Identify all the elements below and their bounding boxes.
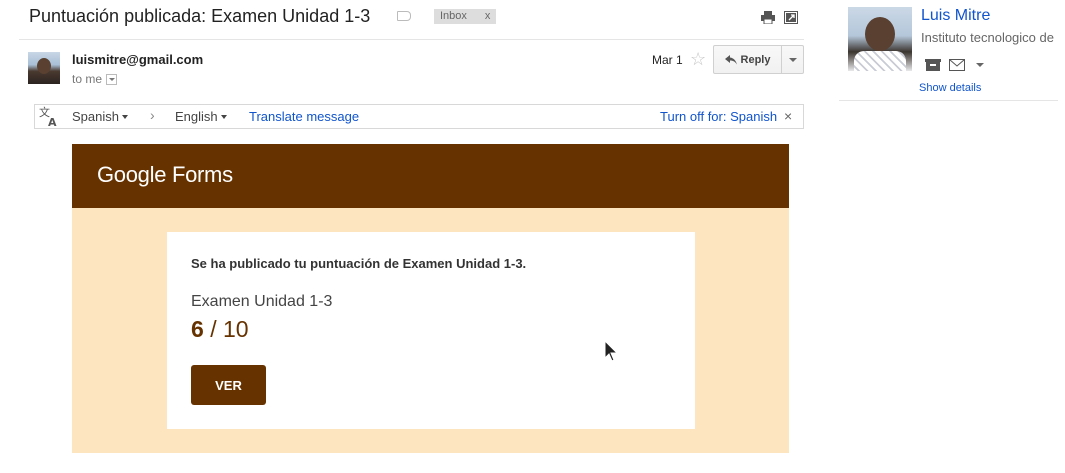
caret-down-icon [121, 114, 128, 119]
contact-divider [839, 100, 1058, 101]
target-language-label: English [175, 109, 218, 124]
svg-text:A: A [48, 116, 57, 127]
reply-button[interactable]: Reply [714, 46, 782, 73]
mail-icon[interactable] [949, 59, 965, 71]
translate-message-link[interactable]: Translate message [249, 109, 359, 124]
caret-down-icon[interactable] [976, 63, 984, 67]
translate-icon: 文 A [39, 105, 57, 127]
contact-avatar[interactable] [848, 7, 912, 71]
show-details-dropdown-icon[interactable] [106, 73, 118, 85]
source-language-select[interactable]: Spanish [72, 109, 128, 124]
reply-button-group: Reply [713, 45, 804, 74]
source-language-label: Spanish [72, 109, 119, 124]
reply-label: Reply [740, 53, 771, 66]
score-value: 6 [191, 316, 204, 342]
target-language-select[interactable]: English [175, 109, 227, 124]
caret-down-icon [220, 114, 227, 119]
new-window-icon[interactable] [784, 11, 798, 24]
show-details-link[interactable]: Show details [919, 82, 981, 94]
quiz-score: 6 / 10 [191, 316, 249, 343]
more-actions-button[interactable] [782, 46, 803, 73]
label-tag-icon[interactable] [397, 11, 411, 21]
recipient-text: to me [72, 72, 103, 86]
close-icon[interactable]: × [784, 108, 792, 124]
score-published-message: Se ha publicado tu puntuación de Examen … [191, 256, 527, 271]
score-separator: / [210, 316, 217, 342]
inbox-label-chip[interactable]: Inbox x [434, 9, 497, 24]
quiz-title: Examen Unidad 1-3 [191, 293, 333, 310]
sender-email[interactable]: luismitre@gmail.com [72, 52, 203, 67]
caret-down-icon [788, 57, 797, 62]
reply-arrow-icon [724, 54, 737, 64]
remove-label-button[interactable]: x [485, 9, 491, 24]
archive-icon[interactable] [925, 59, 941, 71]
inbox-label-text: Inbox [440, 10, 467, 22]
turn-off-translation-link[interactable]: Turn off for: Spanish [660, 109, 777, 124]
print-icon[interactable] [761, 11, 775, 24]
recipient-line: to me [72, 72, 118, 86]
chevron-right-icon: › [150, 107, 155, 123]
score-total: 10 [222, 316, 249, 342]
header-divider [19, 39, 804, 40]
email-date: Mar 1 [652, 53, 683, 67]
email-subject: Puntuación publicada: Examen Unidad 1-3 [29, 6, 371, 26]
google-forms-logo: Google Forms [97, 162, 233, 187]
view-score-button[interactable]: VER [191, 365, 266, 405]
mouse-cursor-icon [604, 340, 618, 362]
sender-avatar[interactable] [28, 52, 60, 84]
star-icon[interactable]: ☆ [690, 49, 706, 69]
contact-name[interactable]: Luis Mitre [921, 7, 990, 25]
contact-organization: Instituto tecnologico de [921, 30, 1054, 45]
